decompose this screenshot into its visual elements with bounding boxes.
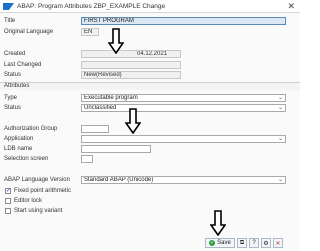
copy-icon[interactable]: ⧉ [237,238,247,248]
auth-group-input[interactable] [81,125,109,133]
save-label: Save [217,240,231,246]
fixed-point-label: Fixed point arithmetic [14,188,72,194]
original-language-value: EN [84,29,93,35]
type-label: Type [4,95,18,101]
editor-lock-checkbox[interactable] [5,198,11,204]
status-label: Status [4,72,22,78]
status-field: New(Revised) [81,71,181,79]
created-field: 04.12.2021 [81,50,181,58]
close-icon[interactable]: ✕ [287,1,295,12]
original-language-field: EN [81,28,99,36]
help-icon[interactable]: ? [249,238,259,248]
dropdown-icon: ⌄ [277,105,283,111]
sap-logo-icon [3,3,14,10]
dropdown-icon: ⌄ [277,95,283,101]
status-value: New(Revised) [84,72,122,78]
created-label: Created [4,51,26,57]
last-changed-field [81,61,181,69]
original-language-label: Original Language [4,29,54,35]
title-input[interactable]: FIRST PROGRAM [81,17,286,25]
title-label: Title [4,18,16,24]
ldb-name-input[interactable] [81,145,151,153]
down-arrow-icon [210,210,226,236]
type-select[interactable]: Executable program ⌄ [81,94,286,102]
abap-version-value: Standard ABAP (Unicode) [84,177,154,183]
abap-version-label: ABAP Language Version [4,177,70,183]
cancel-icon[interactable]: ✕ [273,238,283,248]
application-label: Application [4,136,34,142]
footer-toolbar: ✓ Save ⧉ ? ⚙ ✕ [205,238,283,248]
application-select[interactable]: ⌄ [81,135,286,143]
check-icon: ✓ [209,240,216,246]
start-variant-label: Start using variant [14,208,63,214]
program-attributes-dialog: Title FIRST PROGRAM Original Language EN… [0,13,300,251]
created-date: 04.12.2021 [137,51,168,57]
fixed-point-checkbox[interactable] [5,187,11,194]
auth-group-label: Authorization Group [4,126,58,132]
selection-screen-label: Selection screen [4,156,49,162]
last-changed-label: Last Changed [4,62,42,68]
down-arrow-icon [108,28,124,54]
attributes-section-header: Attributes [0,82,300,90]
editor-lock-label: Editor lock [14,198,43,204]
start-variant-checkbox[interactable] [5,208,11,214]
type-value: Executable program [84,95,138,101]
save-button[interactable]: ✓ Save [205,238,235,248]
window-title: ABAP: Program Attributes ZBP_EXAMPLE Cha… [17,3,166,10]
dropdown-icon: ⌄ [277,136,283,142]
settings-icon[interactable]: ⚙ [261,238,271,248]
dropdown-icon: ⌄ [277,177,283,183]
attr-status-label: Status [4,105,22,111]
selection-screen-input[interactable] [81,155,93,163]
down-arrow-icon [125,108,141,134]
window-titlebar: ABAP: Program Attributes ZBP_EXAMPLE Cha… [0,0,300,13]
attr-status-select[interactable]: Unclassified ⌄ [81,104,286,112]
abap-version-select[interactable]: Standard ABAP (Unicode) ⌄ [81,176,286,184]
ldb-name-label: LDB name [4,146,33,152]
attributes-section-label: Attributes [4,83,30,89]
title-value: FIRST PROGRAM [84,18,134,24]
attr-status-value: Unclassified [84,105,117,111]
